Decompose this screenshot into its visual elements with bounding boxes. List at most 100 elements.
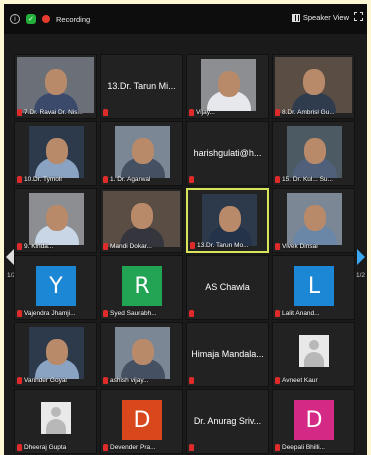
participant-video (29, 193, 84, 245)
participant-name-tag: Lalit Anand... (275, 310, 352, 317)
participant-initial-avatar: R (122, 266, 162, 306)
participant-tile[interactable]: Dheeraj Gupta (14, 389, 97, 454)
muted-microphone-icon (275, 243, 280, 250)
muted-microphone-icon (189, 444, 194, 451)
page-indicator-right: 1/2 (355, 272, 365, 279)
muted-microphone-icon (275, 109, 280, 116)
speaker-view-button[interactable]: Speaker View (291, 13, 349, 22)
participant-tile[interactable]: Himaja Mandala... (186, 322, 269, 387)
participant-tile[interactable]: Y Vajendra Jhamji... (14, 255, 97, 320)
participant-name-label: 9. Kinda... (24, 243, 54, 250)
recording-dot-icon (42, 15, 50, 23)
participant-tile[interactable]: Mandi Dokar... (100, 188, 183, 253)
participant-video (287, 126, 342, 178)
participant-tile[interactable]: 10.Dr. Tymoll (14, 121, 97, 186)
participant-name-tag: 13.Dr. Tarun Mo... (190, 242, 265, 249)
muted-microphone-icon (275, 310, 280, 317)
participant-tile[interactable]: AS Chawla (186, 255, 269, 320)
participant-face (303, 205, 326, 231)
participant-tile[interactable]: 15. Dr. Kul... Su... (272, 121, 355, 186)
participant-name-label: Syed Saurabh... (110, 310, 157, 317)
security-shield-icon[interactable]: ✓ (26, 14, 36, 24)
participant-tile[interactable]: 8.Dr. Ambrisl Gu... (272, 54, 355, 119)
participant-name-tag: 7.Dr. Ravai Dr. Nis... (17, 109, 94, 116)
participant-name-tag: Avneet Kaur (275, 377, 352, 384)
participant-video (103, 191, 180, 247)
muted-microphone-icon (189, 377, 194, 384)
participant-display-name: AS Chawla (205, 282, 250, 292)
muted-microphone-icon (103, 109, 108, 116)
participant-tile[interactable]: ashish vijay... (100, 322, 183, 387)
zoom-window: i ✓ Recording Speaker View 1/2 1/2 7.Dr.… (4, 4, 367, 455)
participant-name-label: Vivek Dinsai (282, 243, 318, 250)
muted-microphone-icon (103, 444, 108, 451)
participant-video (17, 57, 94, 113)
participant-name-tag: Syed Saurabh... (103, 310, 180, 317)
fullscreen-icon[interactable] (354, 12, 363, 21)
participant-name-label: Deepali Bhilli... (282, 444, 325, 451)
participant-tile[interactable]: 13.Dr. Tarun Mi... (100, 54, 183, 119)
muted-microphone-icon (275, 377, 280, 384)
participant-name-label: 8.Dr. Ambrisl Gu... (282, 109, 335, 116)
participant-display-name: 13.Dr. Tarun Mi... (107, 81, 176, 91)
participant-name-label: 13.Dr. Tarun Mo... (197, 242, 249, 249)
participant-tile[interactable]: D Devender Pra... (100, 389, 183, 454)
participant-name-label: Avneet Kaur (282, 377, 318, 384)
participant-name-tag (189, 377, 266, 384)
participant-name-tag: Varinder Goyal (17, 377, 94, 384)
participant-name-tag: Vivek Dinsai (275, 243, 352, 250)
participant-tile[interactable]: L Lalit Anand... (272, 255, 355, 320)
participant-face (217, 71, 240, 97)
participant-video (201, 59, 256, 111)
participant-name-label: 7.Dr. Ravai Dr. Nis... (24, 109, 83, 116)
participant-gallery: 7.Dr. Ravai Dr. Nis... 13.Dr. Tarun Mi...… (14, 54, 357, 454)
participant-name-label: Lalit Anand... (282, 310, 320, 317)
participant-tile[interactable]: Vijay... (186, 54, 269, 119)
participant-name-tag (189, 310, 266, 317)
top-toolbar: i ✓ Recording Speaker View (4, 4, 367, 34)
participant-tile[interactable]: Avneet Kaur (272, 322, 355, 387)
muted-microphone-icon (17, 176, 22, 183)
participant-face (130, 203, 153, 229)
participant-name-tag: Deepali Bhilli... (275, 444, 352, 451)
muted-microphone-icon (103, 243, 108, 250)
participant-face (131, 339, 154, 365)
default-user-avatar-icon (41, 402, 71, 434)
participant-video (115, 126, 170, 178)
participant-display-name: Dr. Anurag Sriv... (193, 416, 262, 426)
previous-page-arrow-icon[interactable] (6, 249, 14, 265)
participant-name-label: Vijay... (196, 109, 215, 116)
participant-tile[interactable]: R Syed Saurabh... (100, 255, 183, 320)
participant-tile[interactable]: Dr. Anurag Sriv... (186, 389, 269, 454)
muted-microphone-icon (189, 310, 194, 317)
participant-face (302, 69, 325, 95)
next-page-arrow-icon[interactable] (357, 249, 365, 265)
participant-name-tag: 15. Dr. Kul... Su... (275, 176, 352, 183)
participant-face (218, 206, 241, 232)
participant-name-tag: ashish vijay... (103, 377, 180, 384)
participant-name-label: 15. Dr. Kul... Su... (282, 176, 333, 183)
participant-name-tag (189, 444, 266, 451)
participant-tile[interactable]: harishgulati@h... (186, 121, 269, 186)
participant-video (29, 126, 84, 178)
participant-tile[interactable]: D Deepali Bhilli... (272, 389, 355, 454)
participant-initial-avatar: D (122, 400, 162, 440)
info-icon[interactable]: i (10, 14, 20, 24)
participant-tile[interactable]: 13.Dr. Tarun Mo... (186, 188, 269, 253)
participant-name-tag (189, 176, 266, 183)
muted-microphone-icon (17, 377, 22, 384)
speaker-view-label: Speaker View (302, 13, 349, 22)
muted-microphone-icon (189, 109, 194, 116)
participant-face (45, 138, 68, 164)
participant-tile[interactable]: 9. Kinda... (14, 188, 97, 253)
muted-microphone-icon (17, 444, 22, 451)
muted-microphone-icon (275, 444, 280, 451)
participant-tile[interactable]: 7.Dr. Ravai Dr. Nis... (14, 54, 97, 119)
participant-video (202, 194, 257, 246)
participant-tile[interactable]: Vivek Dinsai (272, 188, 355, 253)
participant-name-label: 10.Dr. Tymoll (24, 176, 62, 183)
participant-tile[interactable]: Varinder Goyal (14, 322, 97, 387)
participant-tile[interactable]: 1. Dr. Agarwal (100, 121, 183, 186)
participant-name-tag: Devender Pra... (103, 444, 180, 451)
participant-initial-avatar: Y (36, 266, 76, 306)
